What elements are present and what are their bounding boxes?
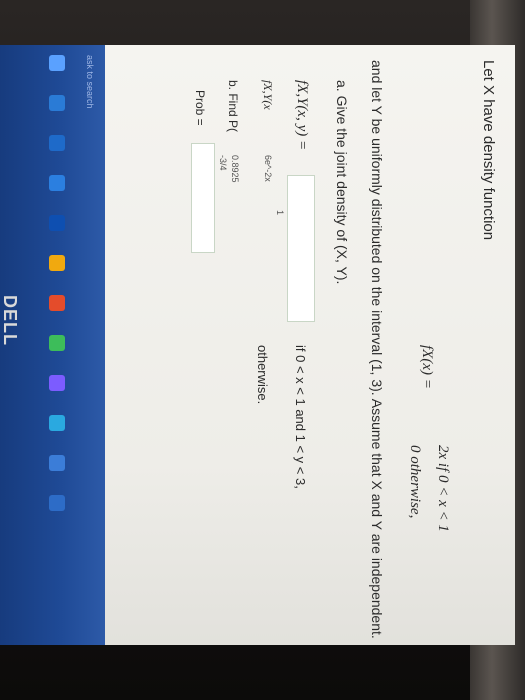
photo-scene: Let X have density function fX(x) = 2x i… <box>0 0 525 700</box>
part-b-annot-2: -3/4 <box>218 155 228 171</box>
app-icon[interactable] <box>49 375 65 391</box>
fx-case-1: 2x if 0 < x < 1 <box>435 445 451 532</box>
problem-intro: Let X have density function <box>480 60 497 241</box>
app-icon[interactable] <box>49 335 65 351</box>
prob-input[interactable] <box>191 143 215 253</box>
part-b-annot-1: 0.8925 <box>230 155 240 183</box>
part-a: a. Give the joint density of (X, Y). <box>334 80 350 285</box>
app-icon[interactable] <box>49 95 65 111</box>
dell-logo: DELL <box>0 295 20 346</box>
taskbar-icons <box>35 55 65 615</box>
app-icon[interactable] <box>49 495 65 511</box>
app-icon[interactable] <box>49 295 65 311</box>
problem-page: Let X have density function fX(x) = 2x i… <box>105 45 515 645</box>
start-icon[interactable] <box>49 55 65 71</box>
joint-otherwise: otherwise. <box>255 345 270 405</box>
app-icon[interactable] <box>49 255 65 271</box>
joint-density-input[interactable] <box>287 175 315 322</box>
app-icon[interactable] <box>49 415 65 431</box>
app-icon[interactable] <box>49 455 65 471</box>
fx-lhs: fX(x) = <box>419 345 435 389</box>
prob-label: Prob = <box>193 90 207 126</box>
annotation-6e: 6e^-2x <box>263 155 273 182</box>
app-icon[interactable] <box>49 215 65 231</box>
taskbar: ask to search DELL <box>0 45 105 645</box>
part-b: b. Find P( <box>226 80 240 133</box>
app-icon[interactable] <box>49 135 65 151</box>
joint-condition: if 0 < x < 1 and 1 < y < 3, <box>293 345 308 489</box>
annotation-fxy: fX,Y(x <box>261 80 275 110</box>
app-icon[interactable] <box>49 175 65 191</box>
search-hint: ask to search <box>85 55 95 109</box>
rotated-screen: Let X have density function fX(x) = 2x i… <box>0 45 515 645</box>
joint-density-label: fX,Y(x, y) = <box>294 80 310 151</box>
fx-case-2: 0 otherwise, <box>407 445 423 519</box>
y-statement: and let Y be uniformly distributed on th… <box>369 60 385 639</box>
annotation-1: 1 <box>275 210 285 216</box>
